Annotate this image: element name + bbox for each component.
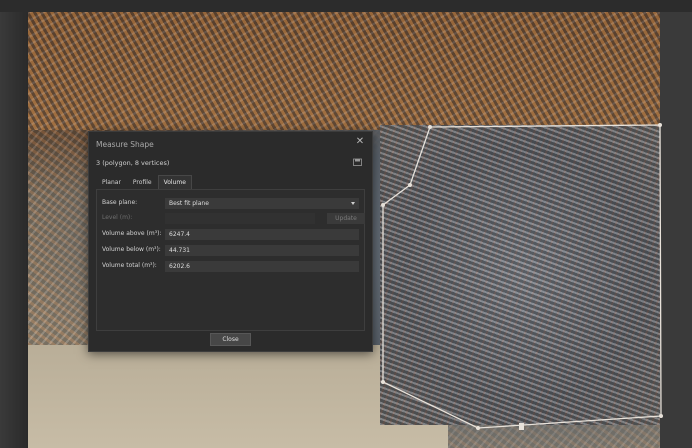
measure-shape-dialog: Measure Shape ✕ 3 (polygon, 8 vertices) … xyxy=(88,131,373,352)
base-plane-value: Best fit plane xyxy=(169,200,209,207)
volume-above-row: Volume above (m³): 6247.4 xyxy=(97,229,364,240)
polygon-marker xyxy=(519,423,524,430)
tab-profile[interactable]: Profile xyxy=(127,175,158,189)
base-plane-select[interactable]: Best fit plane xyxy=(165,198,359,209)
polygon-vertex xyxy=(408,183,412,187)
volume-below-value: 44.731 xyxy=(165,245,359,256)
volume-below-row: Volume below (m³): 44.731 xyxy=(97,245,364,256)
tab-bar: Planar Profile Volume xyxy=(96,175,192,189)
update-button[interactable]: Update xyxy=(327,213,365,224)
save-icon[interactable] xyxy=(353,158,362,166)
tab-planar[interactable]: Planar xyxy=(96,175,127,189)
chevron-down-icon xyxy=(351,202,355,205)
base-plane-row: Base plane: Best fit plane xyxy=(97,198,364,209)
shape-info: 3 (polygon, 8 vertices) xyxy=(96,159,170,167)
polygon-vertex xyxy=(428,125,432,129)
tab-volume[interactable]: Volume xyxy=(157,175,192,189)
polygon-vertex xyxy=(381,380,385,384)
volume-total-row: Volume total (m³): 6202.6 xyxy=(97,261,364,272)
polygon-outline xyxy=(382,124,662,429)
level-label: Level (m): xyxy=(102,214,133,221)
volume-total-label: Volume total (m³): xyxy=(102,262,157,269)
volume-below-label: Volume below (m³): xyxy=(102,246,161,253)
dialog-title: Measure Shape xyxy=(96,140,154,149)
polygon-vertex xyxy=(658,123,662,127)
volume-total-value: 6202.6 xyxy=(165,261,359,272)
volume-panel: Base plane: Best fit plane Level (m): Up… xyxy=(96,189,365,331)
close-icon[interactable]: ✕ xyxy=(355,137,365,147)
polygon-vertex xyxy=(476,426,480,430)
level-input[interactable] xyxy=(165,213,315,224)
level-row: Level (m): Update xyxy=(97,213,365,224)
volume-above-label: Volume above (m³): xyxy=(102,230,162,237)
base-plane-label: Base plane: xyxy=(102,199,138,206)
polygon-vertex xyxy=(659,414,663,418)
close-button[interactable]: Close xyxy=(210,333,251,346)
volume-above-value: 6247.4 xyxy=(165,229,359,240)
polygon-vertex xyxy=(381,203,385,207)
